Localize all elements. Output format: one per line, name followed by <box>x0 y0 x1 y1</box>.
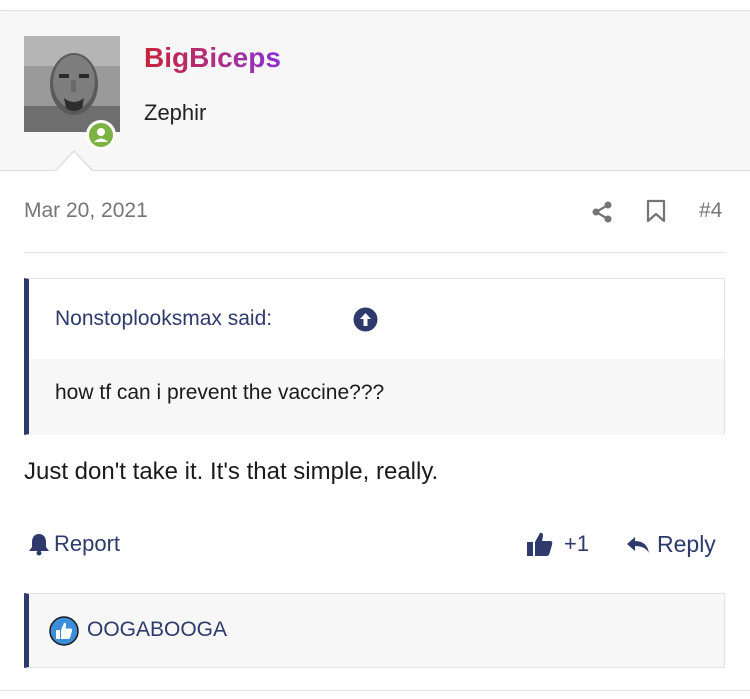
avatar-image <box>24 36 120 132</box>
reply-icon <box>627 536 649 553</box>
quote-body: how tf can i prevent the vaccine??? <box>29 359 724 435</box>
bottom-divider <box>0 690 750 691</box>
post-number[interactable]: #4 <box>699 199 722 223</box>
arrow-up-circle-icon[interactable] <box>353 307 378 332</box>
user-arrow-inner <box>55 152 93 172</box>
divider <box>24 252 726 253</box>
username-link[interactable]: BigBiceps <box>144 42 281 74</box>
share-icon[interactable] <box>590 200 614 224</box>
like-reaction-icon <box>49 616 79 646</box>
post-date[interactable]: Mar 20, 2021 <box>24 199 148 223</box>
post-message: Just don't take it. It's that simple, re… <box>24 458 439 485</box>
like-button[interactable]: +1 <box>526 531 589 557</box>
reactions-bar[interactable]: OOGABOOGA <box>24 593 725 668</box>
quote-block: Nonstoplooksmax said: how tf can i preve… <box>24 278 725 435</box>
user-block: BigBiceps Zephir <box>0 12 750 171</box>
user-title: Zephir <box>144 100 207 125</box>
avatar-container[interactable] <box>24 36 120 150</box>
quote-header: Nonstoplooksmax said: <box>29 279 724 359</box>
avatar[interactable] <box>24 36 120 132</box>
bell-icon <box>29 534 49 556</box>
top-strip <box>0 0 750 11</box>
reaction-user[interactable]: OOGABOOGA <box>87 618 227 642</box>
user-status-icon <box>89 123 113 147</box>
reply-label: Reply <box>657 531 716 557</box>
like-count: +1 <box>564 531 590 556</box>
report-label: Report <box>54 531 121 556</box>
reply-button[interactable]: Reply <box>625 531 716 558</box>
quote-text: how tf can i prevent the vaccine??? <box>55 381 385 404</box>
quote-author[interactable]: Nonstoplooksmax said: <box>55 307 272 331</box>
bookmark-icon[interactable] <box>646 199 666 223</box>
thumbs-up-icon <box>527 532 553 556</box>
report-button[interactable]: Report <box>28 531 120 557</box>
online-status-badge <box>86 120 116 150</box>
